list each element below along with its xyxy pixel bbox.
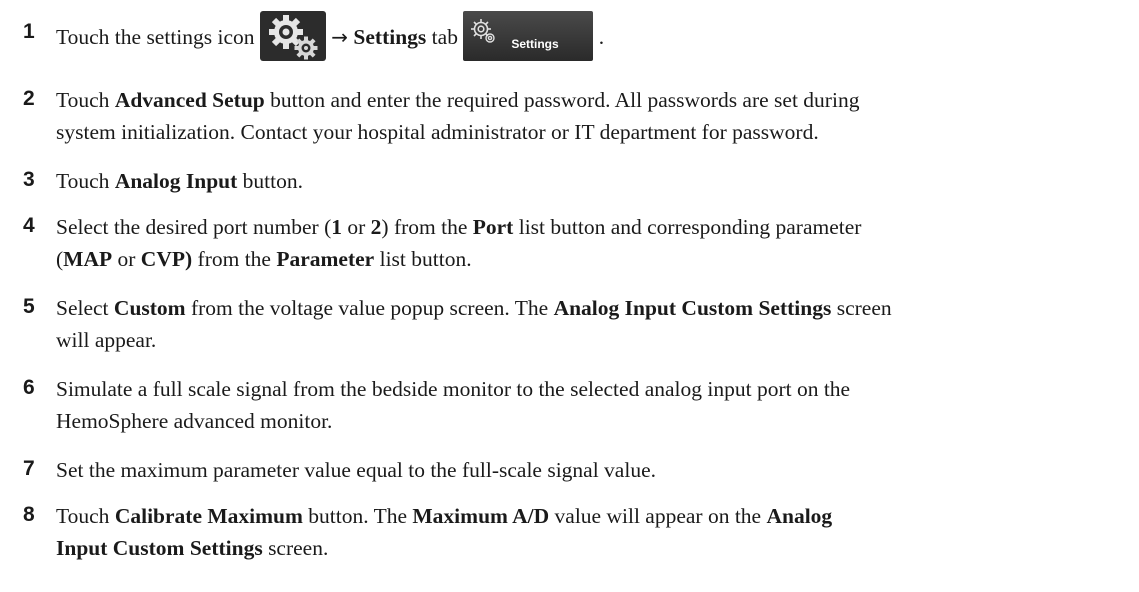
settings-tab-label: Settings [511, 37, 559, 51]
step-text-part: screen. [262, 536, 329, 560]
step-text-part: Touch [56, 504, 115, 528]
gear-outline-icon [471, 19, 496, 43]
step-text-bold: Analog [766, 504, 833, 528]
step-text: Touch Calibrate Maximum button. The Maxi… [56, 500, 1136, 564]
step-line: (MAP or CVP) from the Parameter list but… [56, 243, 1136, 275]
step-text-part: or [341, 215, 371, 239]
step-text-bold: Settings [353, 24, 427, 49]
step-line: Select the desired port number (1 or 2) … [56, 211, 1136, 243]
step-line: will appear. [56, 328, 157, 352]
step-line: Select Custom from the voltage value pop… [56, 292, 1136, 324]
step-text: Touch Advanced Setup button and enter th… [56, 84, 1136, 148]
step-text-part: button. The [302, 504, 413, 528]
step-text-part: Touch [56, 169, 115, 193]
step-text-part: . [598, 24, 605, 49]
step-text-bold: CVP) [140, 247, 193, 271]
step-text-bold: Input Custom Settings [56, 536, 263, 560]
step-text-part: Select the desired port number ( [56, 215, 332, 239]
step-number: 7 [23, 457, 35, 480]
step-text-part: button and enter the required password. … [264, 88, 860, 112]
step-text: Touch Analog Input button. [56, 165, 1136, 197]
step-line: Touch Calibrate Maximum button. The Maxi… [56, 500, 1136, 532]
step-text-part: screen [831, 296, 892, 320]
step-text-part: tab [431, 24, 458, 49]
step-number: 6 [23, 376, 35, 399]
step-text-bold: MAP [63, 247, 113, 271]
step-text-bold: Analog Input Custom Settings [553, 296, 832, 320]
step-line: Set the maximum parameter value equal to… [56, 458, 656, 482]
step-text-bold: 1 [331, 215, 342, 239]
step-text-bold: Parameter [276, 247, 375, 271]
step-text-bold: Analog Input [114, 169, 238, 193]
step-text-part: ) from the [381, 215, 473, 239]
step-text-bold: 2 [370, 215, 382, 239]
step-text-bold: Calibrate Maximum [114, 504, 303, 528]
step-text-part: or [112, 247, 141, 271]
step-line: HemoSphere advanced monitor. [56, 409, 333, 433]
settings-gear-icon [259, 11, 326, 61]
step-number: 4 [23, 214, 35, 237]
step-text-part: list button and corresponding parameter [513, 215, 862, 239]
step-line: system initialization. Contact your hosp… [56, 120, 819, 144]
step-text: Simulate a full scale signal from the be… [56, 373, 1136, 437]
arrow-glyph: → [331, 24, 349, 49]
step-text-part: button. [237, 169, 303, 193]
step-number: 1 [23, 20, 35, 43]
step-number: 5 [23, 295, 35, 318]
step-text-part: from the [192, 247, 277, 271]
step-text-part: Touch [56, 88, 115, 112]
settings-tab-image: Settings [463, 11, 594, 61]
step-text: Touch the settings icon → Settings tab S… [56, 11, 1136, 64]
step-text-part: from the voltage value popup screen. The [185, 296, 554, 320]
step-text-bold: Custom [113, 296, 186, 320]
step-text-part: Select [56, 296, 114, 320]
step-number: 8 [23, 503, 35, 526]
step-text-part: Touch the settings icon [56, 24, 255, 49]
step-number: 2 [23, 87, 35, 110]
step-number: 3 [23, 168, 35, 191]
step-text-bold: Advanced Setup [114, 88, 265, 112]
step-line: Input Custom Settings screen. [56, 532, 1136, 564]
step-text: Select Custom from the voltage value pop… [56, 292, 1136, 356]
step-line: Touch Analog Input button. [56, 165, 1136, 197]
step-line: Touch Advanced Setup button and enter th… [56, 84, 1136, 116]
step-text-part: list button. [374, 247, 472, 271]
step-text-bold: Maximum A/D [412, 504, 550, 528]
step-text-bold: Port [472, 215, 514, 239]
step-text: Set the maximum parameter value equal to… [56, 454, 1136, 486]
step-text: Select the desired port number (1 or 2) … [56, 211, 1136, 275]
step-text-part: value will appear on the [549, 504, 767, 528]
step-line: Simulate a full scale signal from the be… [56, 377, 851, 401]
